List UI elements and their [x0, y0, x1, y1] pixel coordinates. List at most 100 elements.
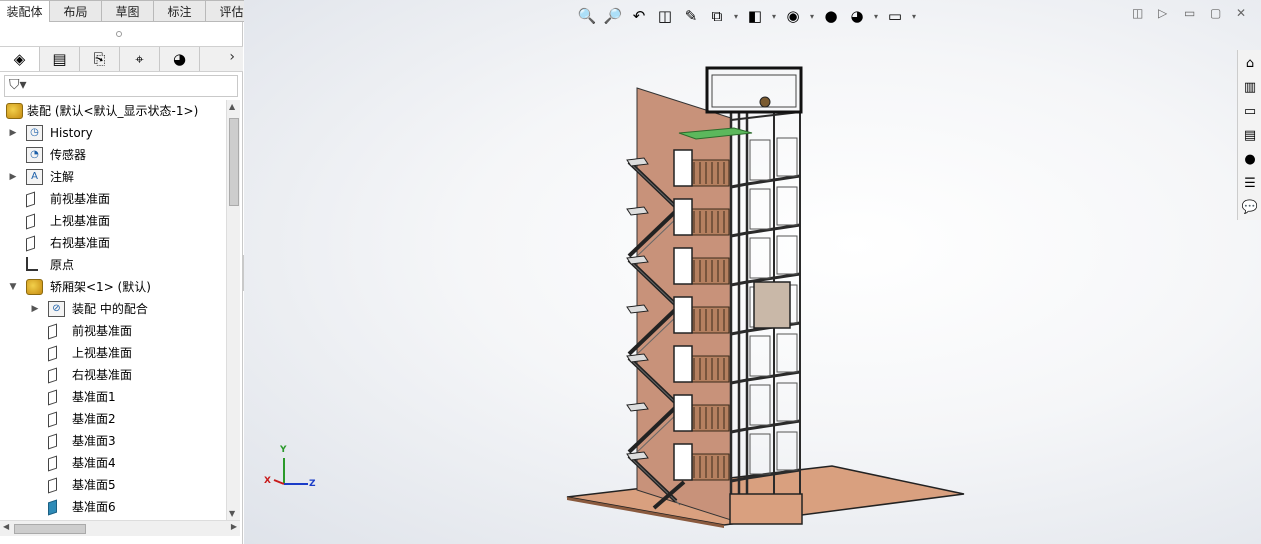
stair-landing — [626, 255, 649, 265]
graphics-area[interactable]: 🔍 🔎 ↶ ◫ ✎ ⧉ ▾ ◧ ▾ ◉ ▾ ● ◕ ▾ ▭ ▾ ◫ ▷ ▭ ▢ ✕ Y Z X — [244, 0, 1261, 544]
tree-root[interactable]: 装配 (默认<默认_显示状态-1>) — [0, 100, 226, 122]
task-pane: ⌂ ▥ ▭ ▤ ● ☰ 💬 — [1237, 50, 1261, 220]
dimxpertmanager-icon[interactable]: ⌖ — [120, 47, 160, 71]
chevron-right-icon[interactable]: › — [229, 49, 235, 65]
tree-item-label: 基准面1 — [72, 390, 116, 404]
tree-horizontal-scrollbar[interactable]: ◀ ▶ — [0, 520, 240, 536]
origin-icon — [26, 257, 38, 271]
tree-root-label: 装配 (默认<默认_显示状态-1>) — [27, 104, 199, 118]
tree-item[interactable]: 上视基准面 — [0, 342, 226, 364]
triad-y-label: Y — [280, 445, 287, 455]
landing-door — [673, 345, 693, 383]
plane-icon — [48, 411, 57, 428]
tree-item[interactable]: ▶ ⊘ 装配 中的配合 — [0, 298, 226, 320]
tab-3[interactable]: 标注 — [154, 0, 206, 22]
tree-filter[interactable]: ⛉▾ — [4, 75, 238, 97]
filter-icon[interactable]: ⛉▾ — [9, 77, 27, 93]
file-explorer-icon[interactable]: ▭ — [1240, 101, 1260, 121]
plane-icon — [48, 323, 57, 340]
tab-1[interactable]: 布局 — [50, 0, 102, 22]
scroll-thumb-horizontal[interactable] — [14, 524, 86, 534]
shaft-panel — [776, 137, 798, 177]
plane-icon — [48, 389, 57, 406]
tab-2[interactable]: 草图 — [102, 0, 154, 22]
tree-vertical-scrollbar[interactable]: ▲ ▼ — [226, 100, 240, 520]
landing-railing — [690, 355, 730, 383]
tree-item[interactable]: ▶ A 注解 — [0, 166, 226, 188]
tree-item[interactable]: 基准面1 — [0, 386, 226, 408]
tab-0[interactable]: 装配体 — [0, 0, 50, 22]
scroll-down-arrow[interactable]: ▼ — [229, 509, 235, 518]
shaft-panel — [776, 382, 798, 422]
sensor-icon: ◔ — [26, 147, 43, 163]
coordinate-triad — [273, 458, 308, 485]
plane-icon — [48, 477, 57, 494]
tree-item[interactable]: ◔ 传感器 — [0, 144, 226, 166]
tree-item[interactable]: 基准面2 — [0, 408, 226, 430]
custom-properties-icon[interactable]: ☰ — [1240, 173, 1260, 193]
pit-base — [729, 493, 803, 525]
scroll-up-arrow[interactable]: ▲ — [229, 102, 235, 111]
expand-arrow-icon[interactable]: ▶ — [8, 166, 18, 188]
tree-item[interactable]: 基准面5 — [0, 474, 226, 496]
landing-door — [673, 247, 693, 285]
stair-landing — [626, 353, 649, 363]
mates-icon: ⊘ — [48, 301, 65, 317]
triad-x-label: X — [264, 476, 271, 486]
home-icon[interactable]: ⌂ — [1240, 53, 1260, 73]
elevator-tower-model[interactable] — [244, 0, 1261, 544]
tree-item-label: 前视基准面 — [50, 192, 111, 206]
scroll-thumb[interactable] — [229, 118, 239, 206]
tree-item[interactable]: ▶ ◷ History — [0, 122, 226, 144]
tree-item-label: 基准面3 — [72, 434, 116, 448]
tree-item[interactable]: 右视基准面 — [0, 232, 226, 254]
landing-door — [673, 394, 693, 432]
stair-landing — [626, 304, 649, 314]
tree-item[interactable]: 上视基准面 — [0, 210, 226, 232]
stair-landing — [626, 451, 649, 461]
landing-railing — [690, 404, 730, 432]
triad-z-label: Z — [309, 479, 316, 489]
landing-door — [673, 198, 693, 236]
shaft-panel — [776, 333, 798, 373]
shaft-panel — [776, 431, 798, 471]
plane-icon — [26, 235, 35, 252]
annotation-icon: A — [26, 169, 43, 185]
tree-item-label: 原点 — [50, 258, 75, 272]
displaymanager-icon[interactable]: ◕ — [160, 47, 200, 71]
landing-railing — [690, 453, 730, 481]
tree-item-label: 上视基准面 — [72, 346, 133, 360]
plane-icon — [48, 455, 57, 472]
shaft-panel — [749, 384, 771, 426]
design-library-icon[interactable]: ▥ — [1240, 77, 1260, 97]
propertymanager-icon[interactable]: ▤ — [40, 47, 80, 71]
plane-icon — [48, 433, 57, 450]
tree-item[interactable]: 前视基准面 — [0, 320, 226, 342]
tree-item[interactable]: 基准面3 — [0, 430, 226, 452]
landing-door — [673, 149, 693, 187]
view-palette-icon[interactable]: ▤ — [1240, 125, 1260, 145]
expand-arrow-icon[interactable]: ▶ — [30, 298, 40, 320]
scroll-right-arrow[interactable]: ▶ — [231, 522, 237, 531]
shaft-panel — [749, 433, 771, 475]
elevator-car — [753, 281, 791, 329]
appearances-icon[interactable]: ● — [1240, 149, 1260, 169]
collapse-arrow-icon[interactable]: ▼ — [8, 276, 18, 298]
stair-landing — [626, 402, 649, 412]
tree-item[interactable]: 右视基准面 — [0, 364, 226, 386]
tree-item[interactable]: 原点 — [0, 254, 226, 276]
configurationmanager-icon[interactable]: ⎘ — [80, 47, 120, 71]
landing-door — [673, 443, 693, 481]
forum-icon[interactable]: 💬 — [1240, 197, 1260, 217]
featuremanager-icon[interactable]: ◈ — [0, 47, 40, 71]
stair-landing — [626, 157, 649, 167]
scroll-left-arrow[interactable]: ◀ — [3, 522, 9, 531]
tree-item[interactable]: ▼ 轿厢架<1> (默认) — [0, 276, 226, 298]
landing-railing — [690, 257, 730, 285]
panel-splitter-handle[interactable] — [116, 31, 122, 37]
expand-arrow-icon[interactable]: ▶ — [8, 122, 18, 144]
tree-item[interactable]: 前视基准面 — [0, 188, 226, 210]
tree-item[interactable]: 基准面4 — [0, 452, 226, 474]
landing-railing — [690, 306, 730, 334]
tree-item[interactable]: 基准面6 — [0, 496, 226, 516]
